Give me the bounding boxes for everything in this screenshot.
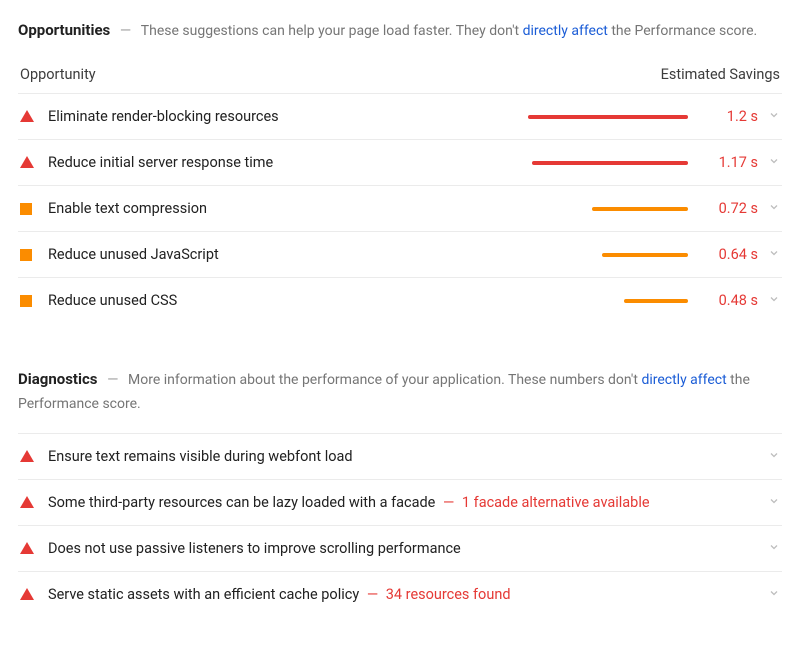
opportunities-desc-pre: These suggestions can help your page loa… xyxy=(141,23,523,39)
diagnostic-row[interactable]: Some third-party resources can be lazy l… xyxy=(18,479,782,525)
square-warning-icon xyxy=(20,294,34,308)
square-warning-icon xyxy=(20,202,34,216)
savings-value: 0.72 s xyxy=(702,200,758,217)
opportunity-row[interactable]: Reduce initial server response time 1.17 … xyxy=(18,139,782,185)
savings-bar-wrap xyxy=(528,161,688,165)
diagnostic-row[interactable]: Ensure text remains visible during webfo… xyxy=(18,433,782,479)
diagnostic-row[interactable]: Serve static assets with an efficient ca… xyxy=(18,571,782,617)
opportunity-row[interactable]: Reduce unused CSS 0.48 s xyxy=(18,277,782,323)
chevron-down-icon[interactable] xyxy=(758,540,780,557)
savings-value: 1.17 s xyxy=(702,154,758,171)
savings-bar xyxy=(592,207,688,211)
opportunity-label: Reduce initial server response time xyxy=(48,152,528,173)
chevron-down-icon[interactable] xyxy=(758,448,780,465)
opportunity-label: Eliminate render-blocking resources xyxy=(48,106,528,127)
opportunities-header: Opportunities — These suggestions can he… xyxy=(18,18,782,42)
opportunity-label: Reduce unused JavaScript xyxy=(48,244,528,265)
chevron-down-icon[interactable] xyxy=(758,292,780,309)
diagnostic-label: Some third-party resources can be lazy l… xyxy=(48,492,758,513)
triangle-warning-icon xyxy=(20,110,34,124)
chevron-down-icon[interactable] xyxy=(758,586,780,603)
diagnostic-highlight: 1 facade alternative available xyxy=(462,494,650,511)
opportunity-label: Enable text compression xyxy=(48,198,528,219)
diagnostic-label: Does not use passive listeners to improv… xyxy=(48,538,758,559)
opportunities-list: Eliminate render-blocking resources 1.2 s… xyxy=(18,93,782,323)
triangle-warning-icon xyxy=(20,450,34,464)
savings-bar xyxy=(528,115,688,119)
highlight-dash: — xyxy=(439,494,458,511)
opportunities-title: Opportunities xyxy=(18,21,110,39)
opportunity-row[interactable]: Eliminate render-blocking resources 1.2 s xyxy=(18,93,782,139)
triangle-warning-icon xyxy=(20,156,34,170)
diagnostic-row[interactable]: Does not use passive listeners to improv… xyxy=(18,525,782,571)
chevron-down-icon[interactable] xyxy=(758,494,780,511)
savings-bar xyxy=(624,299,688,303)
savings-value: 0.64 s xyxy=(702,246,758,263)
diagnostics-desc-pre: More information about the performance o… xyxy=(128,372,641,388)
diagnostics-title: Diagnostics xyxy=(18,370,97,388)
opportunities-columns: Opportunity Estimated Savings xyxy=(18,60,782,93)
diagnostics-header: Diagnostics — More information about the… xyxy=(18,367,782,415)
chevron-down-icon[interactable] xyxy=(758,200,780,217)
triangle-warning-icon xyxy=(20,588,34,602)
opportunity-row[interactable]: Enable text compression 0.72 s xyxy=(18,185,782,231)
column-opportunity: Opportunity xyxy=(20,66,96,83)
square-warning-icon xyxy=(20,248,34,262)
diagnostic-label-text: Serve static assets with an efficient ca… xyxy=(48,586,359,603)
triangle-warning-icon xyxy=(20,542,34,556)
chevron-down-icon[interactable] xyxy=(758,154,780,171)
diagnostic-label-text: Does not use passive listeners to improv… xyxy=(48,540,461,557)
savings-value: 1.2 s xyxy=(702,108,758,125)
savings-bar-wrap xyxy=(528,207,688,211)
chevron-down-icon[interactable] xyxy=(758,108,780,125)
column-savings: Estimated Savings xyxy=(661,66,780,83)
chevron-down-icon[interactable] xyxy=(758,246,780,263)
diagnostics-description: More information about the performance o… xyxy=(18,372,750,411)
savings-bar xyxy=(532,161,688,165)
savings-value: 0.48 s xyxy=(702,292,758,309)
diagnostic-label-text: Some third-party resources can be lazy l… xyxy=(48,494,435,511)
triangle-warning-icon xyxy=(20,496,34,510)
diagnostic-highlight: 34 resources found xyxy=(386,586,511,603)
directly-affect-link[interactable]: directly affect xyxy=(523,23,608,39)
dash-separator: — xyxy=(101,371,124,388)
diagnostics-list: Ensure text remains visible during webfo… xyxy=(18,433,782,617)
diagnostic-label: Ensure text remains visible during webfo… xyxy=(48,446,758,467)
directly-affect-link[interactable]: directly affect xyxy=(641,372,726,388)
highlight-dash: — xyxy=(363,586,382,603)
opportunity-label: Reduce unused CSS xyxy=(48,290,528,311)
diagnostic-label-text: Ensure text remains visible during webfo… xyxy=(48,448,353,465)
diagnostic-label: Serve static assets with an efficient ca… xyxy=(48,584,758,605)
savings-bar xyxy=(602,253,688,257)
savings-bar-wrap xyxy=(528,253,688,257)
opportunity-row[interactable]: Reduce unused JavaScript 0.64 s xyxy=(18,231,782,277)
opportunities-desc-post: the Performance score. xyxy=(608,23,757,39)
opportunities-description: These suggestions can help your page loa… xyxy=(141,23,757,39)
savings-bar-wrap xyxy=(528,115,688,119)
dash-separator: — xyxy=(114,22,137,39)
savings-bar-wrap xyxy=(528,299,688,303)
